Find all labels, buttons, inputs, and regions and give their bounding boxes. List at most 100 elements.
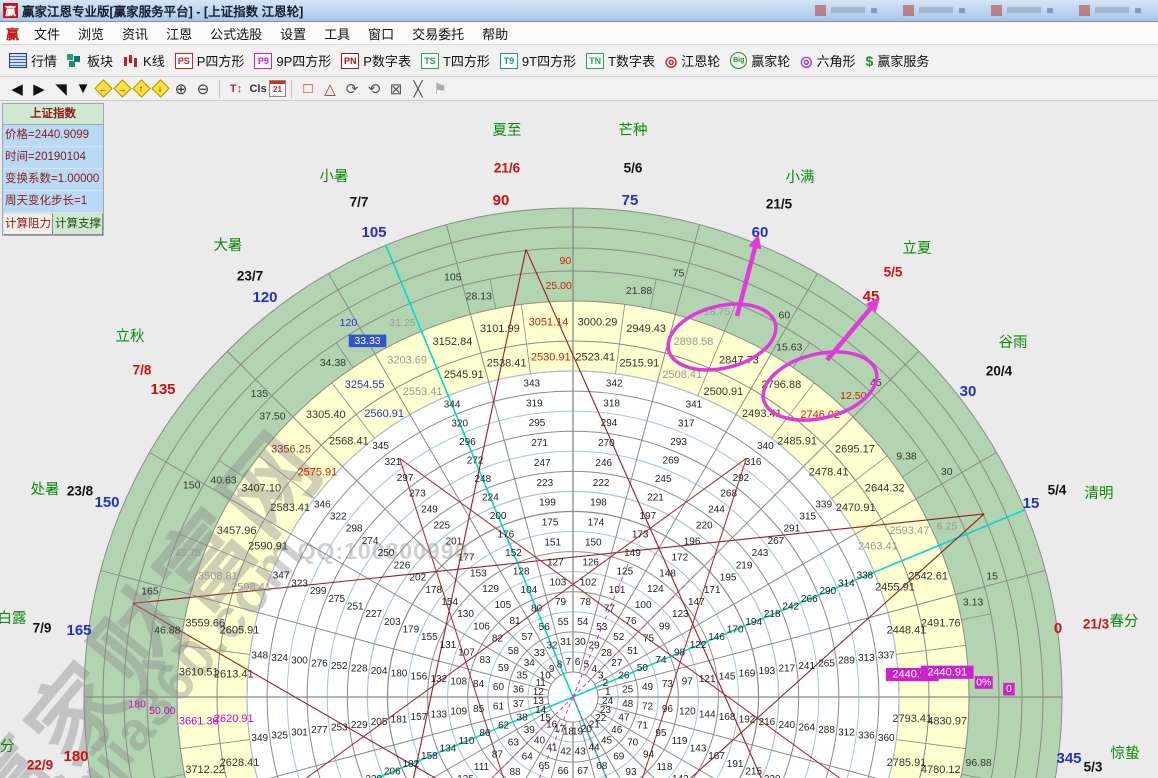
outer-degree-label: 60 [752,224,769,241]
degree-ring-value: 0 [1006,683,1012,695]
spiral-number: 179 [403,624,420,635]
outer-degree-label: 180 [63,748,88,765]
toolbar-item-label: 江恩轮 [681,51,720,70]
spiral-number: 4 [592,664,598,675]
toolbar-item-赢家服务[interactable]: $赢家服务 [866,51,930,70]
spiral-number: 154 [441,597,458,608]
zoom-in-icon[interactable]: ⊕ [171,79,191,99]
toolbar-item-T四方形[interactable]: TST四方形 [421,51,490,70]
spiral-number: 195 [720,573,737,584]
price-ring-b-value: 2644.32 [865,483,905,495]
calc-support-button[interactable]: 计算支撑 [53,213,103,235]
spiral-number: 360 [878,733,895,744]
spiral-number: 346 [314,499,331,510]
spiral-number: 204 [371,666,388,677]
solar-term-label: 小满 [786,169,815,186]
price-ring-a-value: 2793.41 [892,713,932,725]
toolbar-item-赢家轮[interactable]: Big赢家轮 [730,51,790,70]
zoom-out-icon[interactable]: ⊖ [193,79,213,99]
spiral-number: 103 [550,577,567,588]
menu-item-2[interactable]: 浏览 [69,22,113,45]
price-ring-b-value: 4780.12 [921,764,961,776]
toolbar-item-江恩轮[interactable]: ◎江恩轮 [665,51,720,70]
spiral-number: 147 [688,597,705,608]
spiral-number: 122 [690,640,707,651]
triangle-tool-icon[interactable]: △ [320,79,340,99]
diamond-left-button[interactable]: ← [94,79,112,97]
spiral-number: 239 [764,774,781,778]
T四方形-icon: TS [421,53,439,69]
spiral-number: 168 [719,712,736,723]
price-ring-b-value: 3152.84 [433,336,473,348]
diamond-down-button[interactable]: ↓ [151,79,169,97]
nav-back-icon[interactable]: ◀ [7,79,27,99]
gann-wheel-chart[interactable]: 赢家财富网www.yingjia360.comQQ:10080099012345… [0,101,1158,778]
spiral-number: 36 [513,684,525,695]
menu-item-6[interactable]: 设置 [271,22,315,45]
spiral-number: 247 [534,458,551,469]
toolbar-item-六角形[interactable]: ◎六角形 [800,51,855,70]
price-ring-b-value: 3559.66 [185,618,225,630]
spiral-number: 291 [783,524,800,535]
toolbar-item-9P四方形[interactable]: P99P四方形 [254,51,331,70]
spiral-number: 193 [759,666,776,677]
pointer-down-icon[interactable]: ▼ [73,79,93,99]
flag-tool-icon[interactable]: ⚑ [430,79,450,99]
cls-button[interactable]: Cls [248,79,268,99]
行情-icon [9,53,27,68]
spiral-number: 67 [577,766,589,777]
toolbar-item-label: 板块 [87,51,113,70]
price-ring-a-value: 2553.41 [403,386,443,398]
spiral-number: 127 [547,557,564,568]
spiral-number: 26 [618,671,630,682]
diamond-right-button[interactable]: → [113,79,131,97]
toolbar-item-P数字表[interactable]: PNP数字表 [341,51,411,70]
box-x-tool-icon[interactable]: ⊠ [386,79,406,99]
price-ring-a-value: 2463.41 [858,541,898,553]
cross-tool-icon[interactable]: ╳ [408,79,428,99]
toolbar-item-板块[interactable]: 板块 [67,51,113,70]
spiral-number: 142 [672,774,689,778]
menu-item-5[interactable]: 公式选股 [201,22,271,45]
toolbar-item-label: T数字表 [608,51,655,70]
menu-item-7[interactable]: 工具 [315,22,359,45]
price-ring-a-value: 2590.91 [248,541,288,553]
menu-item-10[interactable]: 帮助 [473,22,517,45]
price-ring-a-value: 2545.91 [444,369,484,381]
spiral-number: 68 [596,761,608,772]
spiral-number: 341 [686,400,703,411]
rotate-ccw-icon[interactable]: ⟲ [364,79,384,99]
rotate-cw-icon[interactable]: ⟳ [342,79,362,99]
spiral-number: 64 [522,751,534,762]
toolbar-item-9T四方形[interactable]: T99T四方形 [500,51,576,70]
rect-tool-icon[interactable]: □ [298,79,318,99]
spiral-number: 63 [508,737,520,748]
menu-item-3[interactable]: 资讯 [113,22,157,45]
toolbar-item-T数字表[interactable]: TNT数字表 [586,51,655,70]
spiral-number: 88 [509,767,521,778]
calc-resistance-button[interactable]: 计算阻力 [3,213,53,235]
spiral-number: 201 [446,536,463,547]
diamond-up-button[interactable]: ↑ [132,79,150,97]
spiral-number: 288 [818,725,835,736]
calendar-icon[interactable]: 21 [269,80,286,97]
spiral-number: 321 [385,457,402,468]
toolbar-item-P四方形[interactable]: PSP四方形 [175,51,245,70]
spiral-number: 54 [577,617,589,628]
toolbar-item-label: K线 [143,51,165,70]
toolbar-item-行情[interactable]: 行情 [9,51,57,70]
menu-item-1[interactable]: 文件 [25,22,69,45]
spiral-number: 110 [459,736,475,747]
menu-item-4[interactable]: 江恩 [157,22,201,45]
menu-item-9[interactable]: 交易委托 [403,22,473,45]
solar-term-label: 夏至 [493,123,522,139]
spiral-number: 148 [659,568,676,579]
pointer-up-icon[interactable]: ◥ [51,79,71,99]
outer-degree-label: 15 [1023,495,1040,512]
nav-forward-icon[interactable]: ▶ [29,79,49,99]
toolbar-item-K线[interactable]: K线 [123,51,165,70]
menu-item-8[interactable]: 窗口 [359,22,403,45]
spiral-number: 246 [595,458,612,469]
t-updown-icon[interactable]: T↕ [226,79,246,99]
spiral-number: 225 [433,521,450,532]
